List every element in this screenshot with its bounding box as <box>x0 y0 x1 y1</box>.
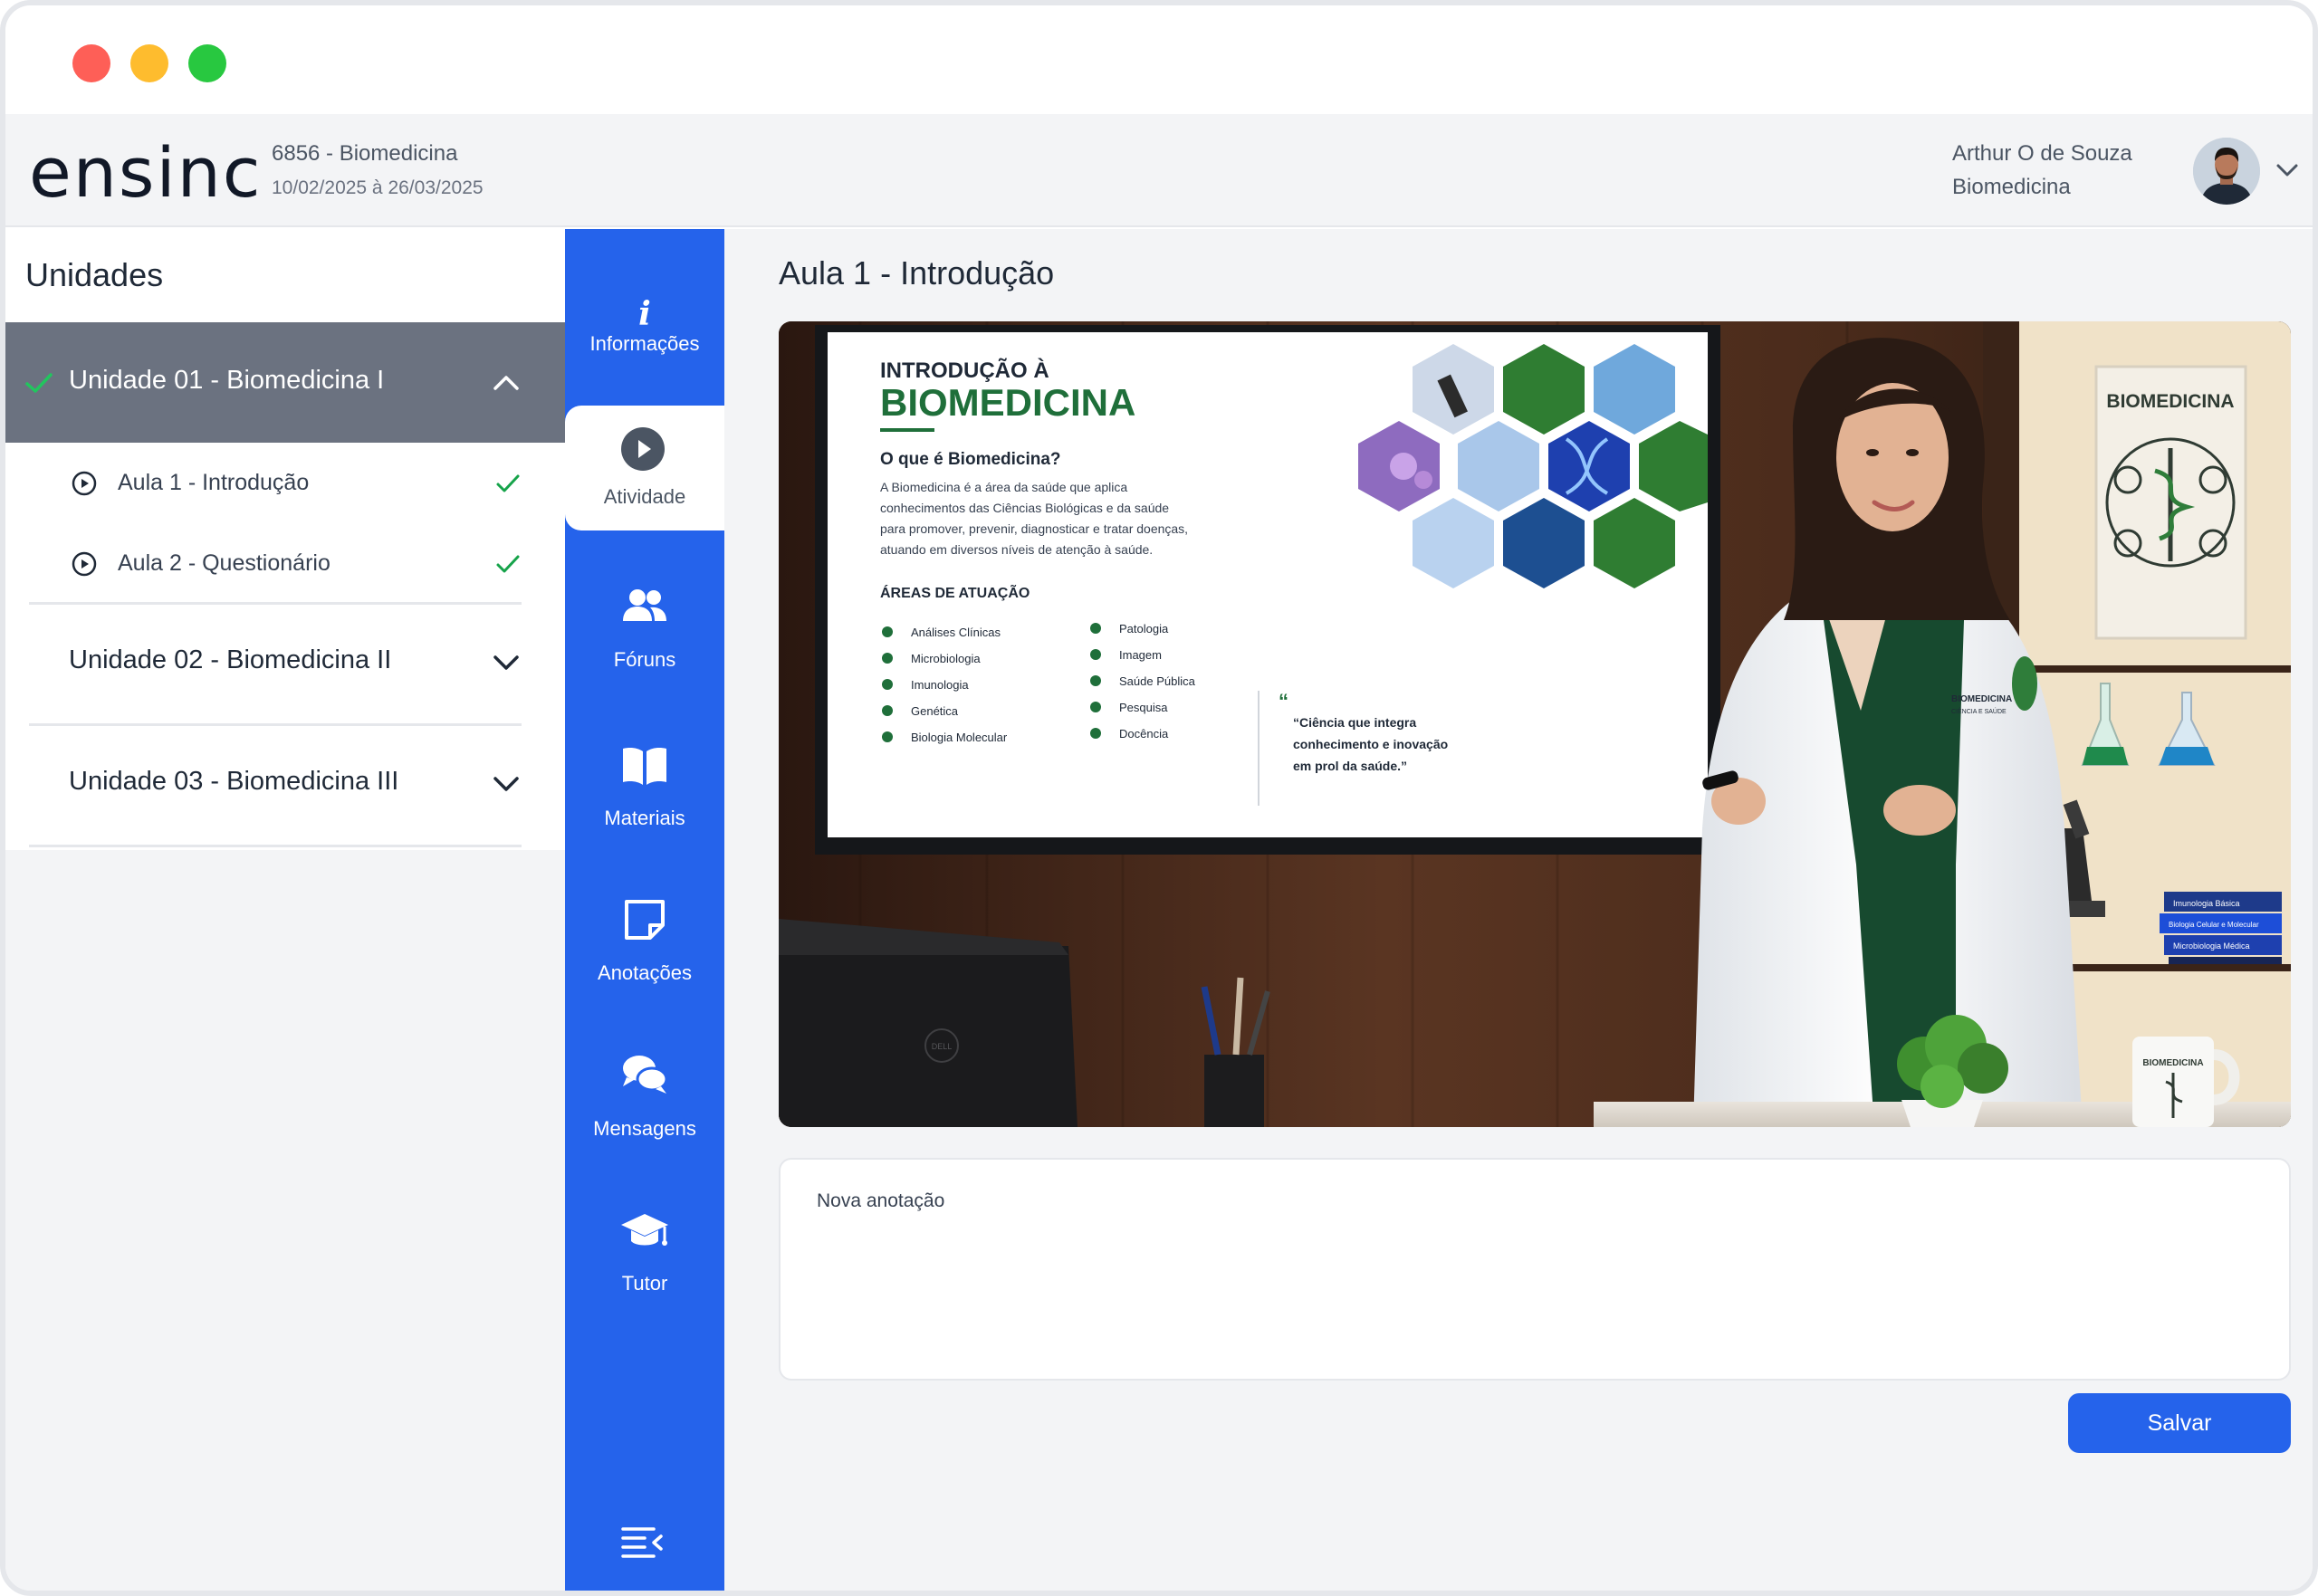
graduation-cap-icon <box>621 1214 668 1246</box>
nav-materiais[interactable]: Materiais <box>565 718 724 845</box>
laptop-brand: DELL <box>932 1042 953 1051</box>
avatar[interactable] <box>2193 138 2260 205</box>
nav-label: Fóruns <box>613 648 676 671</box>
lesson-label: Aula 2 - Questionário <box>118 550 330 576</box>
slide-area-item: Docência <box>1119 727 1169 741</box>
slide-text-line: A Biomedicina é a área da saúde que apli… <box>880 480 1127 494</box>
slide-area-item: Saúde Pública <box>1119 674 1196 688</box>
divider <box>29 845 522 847</box>
svg-text:“: “ <box>1279 690 1288 712</box>
slide-area-item: Imagem <box>1119 648 1162 662</box>
course-dates: 10/02/2025 à 26/03/2025 <box>272 177 484 198</box>
collapse-menu-icon[interactable] <box>618 1524 668 1562</box>
book-icon <box>623 748 666 785</box>
play-circle-icon <box>72 551 97 577</box>
chevron-up-icon[interactable] <box>491 369 522 397</box>
note-placeholder: Nova anotação <box>817 1190 945 1211</box>
check-icon <box>496 555 520 573</box>
check-icon <box>496 474 520 492</box>
slide-quote-line: em prol da saúde.” <box>1293 759 1407 773</box>
svg-text:i: i <box>638 295 651 333</box>
chevron-down-icon[interactable] <box>2273 156 2302 185</box>
play-circle-icon <box>72 471 97 496</box>
units-title: Unidades <box>25 256 164 293</box>
slide-area-item: Pesquisa <box>1119 701 1168 714</box>
unit-label: Unidade 02 - Biomedicina II <box>69 645 392 674</box>
poster-title: BIOMEDICINA <box>2106 391 2234 412</box>
app-logo[interactable]: ensinc <box>29 132 263 213</box>
slide-area-item: Microbiologia <box>911 652 981 665</box>
slide-quote-line: “Ciência que integra <box>1293 715 1416 730</box>
coat-badge-text: CIÊNCIA E SAÚDE <box>1951 707 2007 715</box>
lesson-item-2[interactable]: Aula 2 - Questionário <box>5 527 565 599</box>
slide-title-small: INTRODUÇÃO À <box>880 358 1049 383</box>
video-player[interactable]: BIOMEDICINA Imunologia Básica Biologia C… <box>779 321 2291 1127</box>
nav-mensagens[interactable]: Mensagens <box>565 1028 724 1155</box>
slide-area-item: Imunologia <box>911 678 969 692</box>
chat-icon <box>623 1056 668 1094</box>
slide-area-item: Análises Clínicas <box>911 626 1001 639</box>
slide-areas-title: ÁREAS DE ATUAÇÃO <box>880 583 1030 601</box>
nav-foruns[interactable]: Fóruns <box>565 559 724 686</box>
book-title: Biologia Celular e Molecular <box>2169 921 2259 929</box>
lesson-label: Aula 1 - Introdução <box>118 470 310 495</box>
chevron-down-icon[interactable] <box>491 649 522 676</box>
nav-tutor[interactable]: Tutor <box>565 1183 724 1310</box>
unit-item-3[interactable]: Unidade 03 - Biomedicina III <box>5 725 565 843</box>
users-icon <box>623 589 666 621</box>
nav-label: Informações <box>589 332 700 355</box>
slide-title: BIOMEDICINA <box>880 381 1135 424</box>
user-name: Arthur O de Souza <box>1952 141 2132 166</box>
save-button[interactable]: Salvar <box>2068 1393 2291 1453</box>
nav-anotacoes[interactable]: Anotações <box>565 873 724 999</box>
unit-label: Unidade 03 - Biomedicina III <box>69 767 399 796</box>
slide-area-item: Biologia Molecular <box>911 731 1008 744</box>
unit-label: Unidade 01 - Biomedicina I <box>69 366 385 395</box>
mug-text: BIOMEDICINA <box>2142 1058 2203 1068</box>
chevron-down-icon[interactable] <box>491 770 522 798</box>
window-close-button[interactable] <box>72 44 110 82</box>
page-title: Aula 1 - Introdução <box>779 254 1055 291</box>
window-minimize-button[interactable] <box>130 44 168 82</box>
nav-label: Mensagens <box>593 1117 696 1140</box>
course-name: 6856 - Biomedicina <box>272 141 458 166</box>
slide-area-item: Patologia <box>1119 622 1169 636</box>
play-circle-icon <box>621 427 665 471</box>
lesson-item-1[interactable]: Aula 1 - Introdução <box>5 446 565 519</box>
note-icon <box>625 900 665 940</box>
nav-label: Atividade <box>603 485 686 508</box>
app-window: ensinc 6856 - Biomedicina 10/02/2025 à 2… <box>0 0 2318 1596</box>
book-title: Imunologia Básica <box>2173 899 2240 908</box>
slide-quote-line: conhecimento e inovação <box>1293 737 1448 751</box>
slide-question: O que é Biomedicina? <box>880 450 1061 469</box>
note-textarea[interactable]: Nova anotação <box>779 1158 2291 1381</box>
main-content: Aula 1 - Introdução BIOMEDICINA Imunolog… <box>724 229 2313 1591</box>
nav-atividade[interactable]: Atividade <box>565 406 724 530</box>
course-nav: i Informações Atividade Fóruns Materiais… <box>565 229 724 1591</box>
nav-label: Anotações <box>598 961 692 984</box>
unit-item-1[interactable]: Unidade 01 - Biomedicina I <box>5 322 565 443</box>
top-header: ensinc 6856 - Biomedicina 10/02/2025 à 2… <box>5 114 2313 227</box>
unit-item-2[interactable]: Unidade 02 - Biomedicina II <box>5 604 565 722</box>
book-title: Microbiologia Médica <box>2173 941 2250 951</box>
user-course: Biomedicina <box>1952 175 2071 199</box>
slide-text-line: atuando em diversos níveis de atenção à … <box>880 542 1153 557</box>
units-sidebar: Unidades Unidade 01 - Biomedicina I Aula… <box>5 229 565 1591</box>
units-panel: Unidades Unidade 01 - Biomedicina I Aula… <box>5 229 565 850</box>
nav-informacoes[interactable]: i Informações <box>565 265 724 392</box>
nav-label: Materiais <box>604 807 685 829</box>
check-icon <box>25 373 53 393</box>
window-titlebar <box>5 5 2313 114</box>
window-maximize-button[interactable] <box>188 44 226 82</box>
info-icon: i <box>638 295 651 333</box>
coat-badge-text: BIOMEDICINA <box>1951 694 2012 704</box>
slide-area-item: Genética <box>911 704 959 718</box>
nav-label: Tutor <box>621 1272 668 1295</box>
slide-text-line: para promover, prevenir, diagnosticar e … <box>880 521 1188 536</box>
slide-text-line: conhecimentos das Ciências Biológicas e … <box>880 501 1169 515</box>
